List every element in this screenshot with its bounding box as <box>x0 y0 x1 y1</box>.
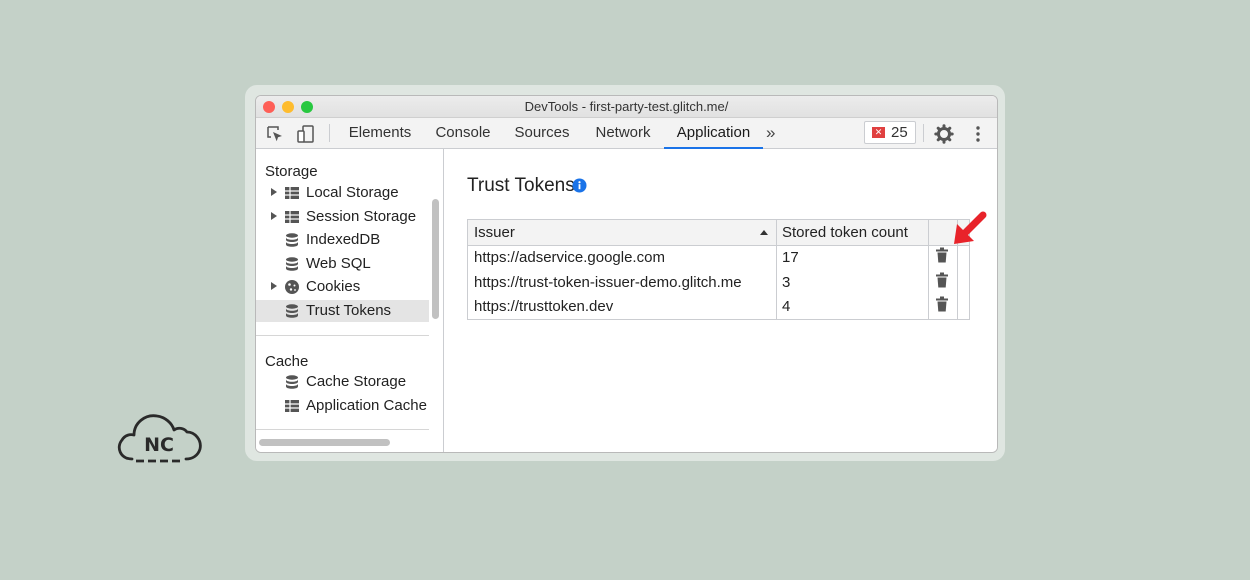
tab-application[interactable]: Application <box>664 118 763 149</box>
sidebar-item-label: Application Cache <box>306 397 427 414</box>
table-cell-count[interactable]: 4 <box>782 298 790 315</box>
nc-cloud-logo: NC <box>117 414 202 463</box>
inspect-element-icon[interactable] <box>265 124 285 144</box>
sidebar-item-application-cache[interactable]: Application Cache <box>256 395 429 417</box>
sidebar-horizontal-scrollbar[interactable] <box>259 439 390 446</box>
tab-console[interactable]: Console <box>428 118 498 148</box>
expand-arrow-icon[interactable] <box>271 212 277 220</box>
sidebar-item-label: Trust Tokens <box>306 302 392 319</box>
cookie-icon <box>285 280 299 294</box>
database-icon <box>286 257 298 271</box>
info-icon[interactable] <box>572 178 587 193</box>
table-cell-issuer[interactable]: https://trust-token-issuer-demo.glitch.m… <box>474 274 742 291</box>
database-icon <box>286 233 298 247</box>
table-cell-issuer[interactable]: https://adservice.google.com <box>474 249 665 266</box>
expand-arrow-icon[interactable] <box>271 188 277 196</box>
title-bar: DevTools - first-party-test.glitch.me/ <box>256 96 997 118</box>
column-header-stored-token-count[interactable]: Stored token count <box>782 224 908 241</box>
column-divider <box>928 220 929 319</box>
issue-error-icon: ✕ <box>872 127 885 138</box>
issues-counter-button[interactable]: ✕ 25 <box>864 121 916 144</box>
sidebar-vertical-scrollbar[interactable] <box>432 199 439 319</box>
svg-text:NC: NC <box>144 434 174 456</box>
gear-icon[interactable] <box>934 124 954 144</box>
toolbar-separator <box>329 124 330 142</box>
sidebar-item-label: Session Storage <box>306 208 417 225</box>
tab-sources[interactable]: Sources <box>508 118 576 148</box>
table-cell-count[interactable]: 17 <box>782 249 799 266</box>
expand-arrow-icon[interactable] <box>271 282 277 290</box>
toolbar-separator <box>923 124 924 142</box>
column-divider <box>776 220 777 319</box>
sidebar-item-cache-storage[interactable]: Cache Storage <box>256 371 429 393</box>
more-tabs-icon[interactable]: » <box>766 123 775 143</box>
sidebar-item-indexeddb[interactable]: IndexedDB <box>256 229 429 251</box>
sidebar-item-web-sql[interactable]: Web SQL <box>256 253 429 275</box>
table-icon <box>285 211 299 223</box>
tab-network[interactable]: Network <box>588 118 658 148</box>
database-icon <box>286 375 298 389</box>
cache-section-title: Cache <box>265 353 309 370</box>
annotation-arrow-icon <box>954 211 987 244</box>
table-cell-count[interactable]: 3 <box>782 274 790 291</box>
table-icon <box>285 400 299 412</box>
devtools-window: DevTools - first-party-test.glitch.me/ E… <box>255 95 998 453</box>
sidebar-item-local-storage[interactable]: Local Storage <box>256 182 429 204</box>
device-toggle-icon[interactable] <box>296 124 316 144</box>
more-options-icon[interactable] <box>968 124 988 144</box>
trash-icon[interactable] <box>935 247 949 263</box>
sidebar-divider <box>256 429 429 430</box>
sidebar-item-label: Cache Storage <box>306 373 407 390</box>
trust-tokens-table: Issuer Stored token count https://adserv… <box>467 219 970 320</box>
storage-section-title: Storage <box>265 163 318 180</box>
trust-tokens-panel: Trust Tokens Issuer Stored token count h… <box>444 149 997 452</box>
sidebar-item-label: Local Storage <box>306 184 399 201</box>
sidebar-divider <box>256 335 429 336</box>
devtools-toolbar: Elements Console Sources Network Applica… <box>256 118 997 149</box>
application-sidebar: Storage Local Storage Session Storage In… <box>256 149 444 452</box>
sidebar-item-session-storage[interactable]: Session Storage <box>256 206 429 228</box>
sort-ascending-icon[interactable] <box>760 230 768 235</box>
sidebar-item-label: Cookies <box>306 278 361 295</box>
sidebar-item-cookies[interactable]: Cookies <box>256 276 429 298</box>
sidebar-item-label: IndexedDB <box>306 231 381 248</box>
table-cell-issuer[interactable]: https://trusttoken.dev <box>474 298 613 315</box>
trash-icon[interactable] <box>935 272 949 288</box>
issues-count: 25 <box>891 124 908 141</box>
page-title: Trust Tokens <box>467 175 575 196</box>
trash-icon[interactable] <box>935 296 949 312</box>
sidebar-item-label: Web SQL <box>306 255 371 272</box>
database-icon <box>286 304 298 318</box>
sidebar-item-trust-tokens[interactable]: Trust Tokens <box>256 300 429 322</box>
tab-elements[interactable]: Elements <box>343 118 417 148</box>
window-title: DevTools - first-party-test.glitch.me/ <box>524 99 729 114</box>
column-header-issuer[interactable]: Issuer <box>474 224 515 241</box>
table-icon <box>285 187 299 199</box>
